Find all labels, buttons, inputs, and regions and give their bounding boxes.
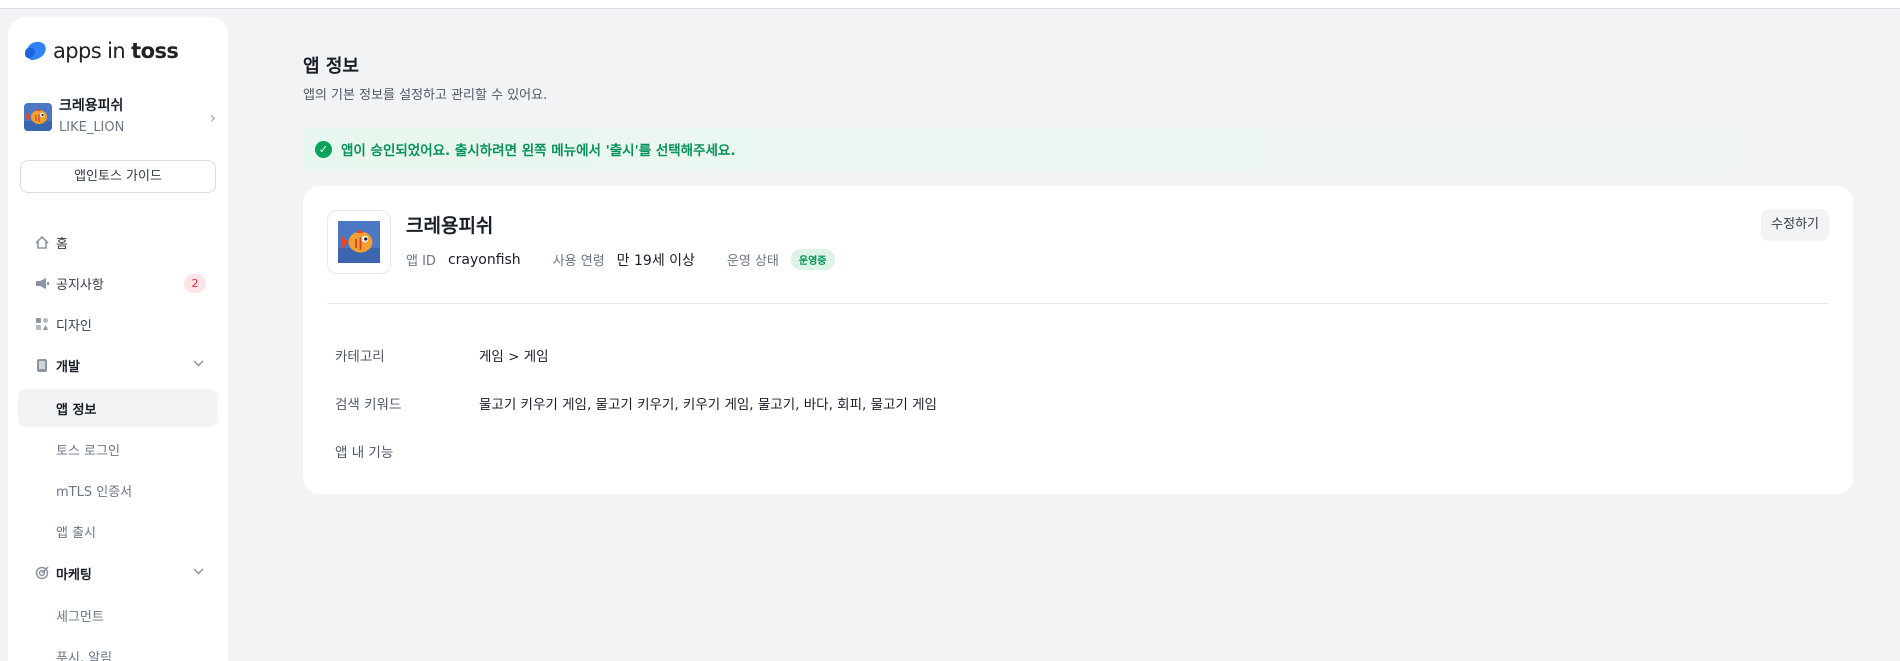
sidebar-item-toss-login[interactable]: 토스 로그인: [18, 430, 218, 468]
megaphone-icon: [32, 277, 52, 290]
page-title: 앱 정보: [303, 56, 359, 77]
app-info-card: 크레용피쉬 앱 ID crayonfish 사용 연령 만 19세 이상 운영 …: [303, 186, 1853, 494]
chevron-down-icon: [193, 357, 204, 370]
sidebar-item-notices[interactable]: 공지사항 2: [18, 264, 218, 302]
toss-logo-icon: [25, 41, 46, 60]
check-circle-icon: ✓: [315, 140, 332, 158]
info-row-in-app-features: 앱 내 기능: [335, 445, 394, 461]
status-badge: 운영중: [790, 249, 835, 270]
card-app-name: 크레용피쉬: [406, 215, 494, 237]
info-row-keywords: 검색 키워드 물고기 키우기 게임, 물고기 키우기, 키우기 게임, 물고기,…: [335, 397, 937, 413]
app-icon: [327, 210, 391, 274]
sidebar-item-segment[interactable]: 세그먼트: [18, 596, 218, 634]
age-label: 사용 연령: [552, 254, 605, 269]
browser-top-border: [0, 0, 1900, 9]
sidebar-item-mtls-cert[interactable]: mTLS 인증서: [18, 471, 218, 509]
approval-banner: ✓ 앱이 승인되었어요. 출시하려면 왼쪽 메뉴에서 '출시'를 선택해주세요.: [303, 128, 1853, 170]
app-org: LIKE_LION: [59, 120, 125, 135]
status-label: 운영 상태: [726, 254, 779, 269]
app-name: 크레용피쉬: [59, 98, 124, 114]
page-description: 앱의 기본 정보를 설정하고 관리할 수 있어요.: [303, 88, 548, 103]
sidebar-item-push[interactable]: 푸시, 알림: [18, 637, 218, 661]
banner-text: 앱이 승인되었어요. 출시하려면 왼쪽 메뉴에서 '출시'를 선택해주세요.: [341, 143, 736, 159]
app-id-value: crayonfish: [447, 251, 521, 268]
fish-icon: [338, 221, 380, 263]
notice-count-badge: 2: [184, 274, 206, 293]
age-value: 만 19세 이상: [616, 252, 695, 269]
logo[interactable]: apps in toss: [24, 39, 179, 63]
sidebar-item-app-release[interactable]: 앱 출시: [18, 512, 218, 550]
home-icon: [32, 235, 52, 249]
app-switcher[interactable]: 크레용피쉬 LIKE_LION ›: [24, 94, 216, 140]
app-meta-row: 앱 ID crayonfish 사용 연령 만 19세 이상 운영 상태 운영중: [406, 249, 835, 270]
chevron-down-icon: [193, 565, 204, 578]
sidebar-item-app-info[interactable]: 앱 정보: [18, 389, 218, 427]
design-icon: [32, 317, 52, 331]
device-icon: [32, 358, 52, 373]
sidebar-item-home[interactable]: 홈: [18, 223, 218, 261]
divider: [327, 303, 1829, 304]
app-thumbnail: [24, 103, 52, 131]
chevron-right-icon: ›: [209, 107, 216, 127]
sidebar-item-development[interactable]: 개발: [18, 346, 218, 384]
sidebar-item-design[interactable]: 디자인: [18, 305, 218, 343]
sidebar-item-marketing[interactable]: 마케팅: [18, 554, 218, 592]
target-icon: [32, 566, 52, 580]
logo-text: apps in toss: [53, 39, 179, 63]
sidebar: apps in toss 크레용피쉬 LIKE_LION › 앱인토스 가이드: [8, 17, 228, 661]
fish-icon: [24, 103, 52, 131]
guide-button[interactable]: 앱인토스 가이드: [20, 160, 216, 193]
edit-button[interactable]: 수정하기: [1761, 209, 1829, 241]
info-row-category: 카테고리 게임 > 게임: [335, 349, 549, 365]
app-id-label: 앱 ID: [406, 254, 436, 269]
